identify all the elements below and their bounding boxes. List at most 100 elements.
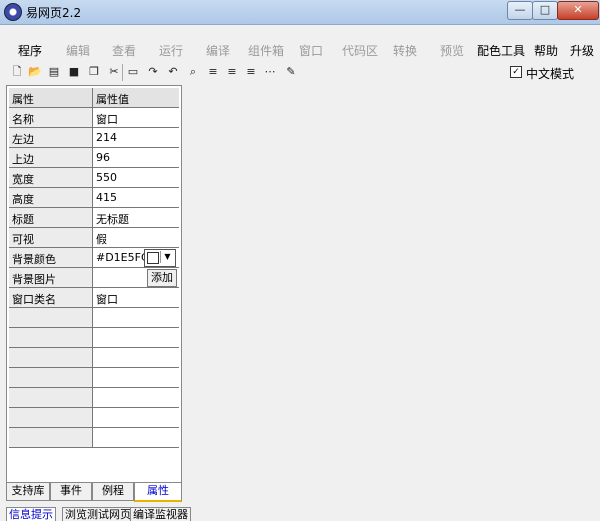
empty-cell: [93, 408, 179, 428]
chinese-mode-label: 中文模式: [526, 67, 575, 81]
chinese-mode-checkbox[interactable]: ✓: [510, 66, 522, 78]
empty-cell: [9, 408, 93, 428]
property-value[interactable]: 415: [93, 188, 179, 208]
color-swatch: [147, 252, 159, 264]
table-row[interactable]: 左边 214: [9, 128, 179, 148]
grid-icon[interactable]: ⋯: [263, 65, 277, 79]
empty-cell: [93, 428, 179, 448]
empty-cell: [9, 308, 93, 328]
table-row[interactable]: 窗口类名 窗口: [9, 288, 179, 308]
menu-compile[interactable]: 编译: [206, 42, 230, 59]
align-right-icon[interactable]: ≡: [244, 65, 258, 79]
property-grid-header: 属性 属性值: [9, 88, 179, 108]
property-value[interactable]: 假: [93, 228, 179, 248]
tab-properties[interactable]: 属性: [134, 482, 182, 502]
property-value[interactable]: 窗口: [93, 288, 179, 308]
tab-events[interactable]: 事件: [50, 482, 92, 501]
property-value[interactable]: 550: [93, 168, 179, 188]
table-row[interactable]: 背景图片 添加: [9, 268, 179, 288]
empty-cell: [93, 368, 179, 388]
color-hex-value: #D1E5FC: [96, 251, 149, 264]
empty-row: [9, 308, 179, 328]
property-value[interactable]: 无标题: [93, 208, 179, 228]
property-name: 宽度: [9, 168, 93, 188]
tab-compile-monitor[interactable]: 编译监视器: [130, 507, 191, 521]
header-value: 属性值: [93, 88, 179, 108]
property-name: 名称: [9, 108, 93, 128]
menu-convert[interactable]: 转换: [393, 42, 417, 59]
table-row[interactable]: 高度 415: [9, 188, 179, 208]
menu-preview[interactable]: 预览: [440, 42, 464, 59]
undo-icon[interactable]: ↶: [166, 65, 180, 79]
property-value-color[interactable]: #D1E5FC ▼: [93, 248, 179, 268]
minimize-button[interactable]: —: [507, 1, 533, 20]
new-icon[interactable]: 🗋: [10, 65, 24, 79]
edit-icon[interactable]: ✎: [284, 65, 298, 79]
menu-code-area[interactable]: 代码区: [342, 42, 378, 59]
table-row[interactable]: 名称 窗口: [9, 108, 179, 128]
save-icon[interactable]: ■: [67, 65, 81, 79]
property-value[interactable]: 添加: [93, 268, 179, 288]
form-icon[interactable]: ▭: [126, 65, 140, 79]
table-row[interactable]: 宽度 550: [9, 168, 179, 188]
empty-cell: [9, 428, 93, 448]
property-panel: 属性 属性值 名称 窗口 左边 214 上边 96 宽度 550 高度 415 …: [6, 85, 182, 487]
tab-support-library[interactable]: 支持库: [6, 482, 50, 501]
close-button[interactable]: ✕: [557, 1, 599, 20]
menu-run[interactable]: 运行: [159, 42, 183, 59]
chevron-down-icon[interactable]: ▼: [160, 251, 174, 263]
empty-cell: [93, 388, 179, 408]
color-picker[interactable]: ▼: [144, 249, 176, 267]
menu-upgrade[interactable]: 升级: [570, 42, 594, 59]
table-row[interactable]: 上边 96: [9, 148, 179, 168]
property-value[interactable]: 96: [93, 148, 179, 168]
empty-cell: [93, 308, 179, 328]
menu-view[interactable]: 查看: [112, 42, 136, 59]
find-icon[interactable]: ⌕: [186, 65, 200, 79]
add-image-button[interactable]: 添加: [147, 269, 177, 287]
open-icon[interactable]: 📂: [28, 65, 42, 79]
empty-row: [9, 368, 179, 388]
table-row[interactable]: 标题 无标题: [9, 208, 179, 228]
menu-window[interactable]: 窗口: [299, 42, 323, 59]
menu-edit[interactable]: 编辑: [66, 42, 90, 59]
empty-cell: [93, 328, 179, 348]
table-row[interactable]: 可视 假: [9, 228, 179, 248]
design-workspace[interactable]: [182, 85, 600, 505]
empty-row: [9, 408, 179, 428]
tab-info[interactable]: 信息提示: [6, 507, 56, 521]
toolbar-separator: [122, 64, 123, 81]
empty-row: [9, 348, 179, 368]
menu-program[interactable]: 程序: [18, 42, 42, 59]
redo-icon[interactable]: ↷: [146, 65, 160, 79]
property-name: 高度: [9, 188, 93, 208]
menu-component-box[interactable]: 组件箱: [248, 42, 284, 59]
cut-icon[interactable]: ✂: [107, 65, 121, 79]
header-property: 属性: [9, 88, 93, 108]
title-bar: 易网页2.2 — □ ✕: [0, 0, 600, 25]
empty-cell: [9, 348, 93, 368]
empty-cell: [93, 348, 179, 368]
property-value[interactable]: 214: [93, 128, 179, 148]
copy-icon[interactable]: ❐: [87, 65, 101, 79]
save-all-icon[interactable]: ▤: [47, 65, 61, 79]
property-name: 上边: [9, 148, 93, 168]
tab-examples[interactable]: 例程: [92, 482, 134, 501]
tab-browse-test[interactable]: 浏览测试网页: [62, 507, 134, 521]
menu-color-tool[interactable]: 配色工具: [477, 42, 525, 59]
empty-row: [9, 328, 179, 348]
property-name: 背景颜色: [9, 248, 93, 268]
maximize-button[interactable]: □: [532, 1, 558, 20]
align-left-icon[interactable]: ≡: [206, 65, 220, 79]
app-icon: [4, 3, 22, 21]
property-value[interactable]: 窗口: [93, 108, 179, 128]
window-title: 易网页2.2: [26, 6, 82, 20]
property-name: 窗口类名: [9, 288, 93, 308]
menu-help[interactable]: 帮助: [534, 42, 558, 59]
empty-row: [9, 388, 179, 408]
property-name: 左边: [9, 128, 93, 148]
align-center-icon[interactable]: ≡: [225, 65, 239, 79]
menu-bar: 程序 编辑 查看 运行 编译 组件箱 窗口 代码区 转换 预览 配色工具 帮助 …: [0, 38, 600, 60]
empty-row: [9, 428, 179, 448]
table-row[interactable]: 背景颜色 #D1E5FC ▼: [9, 248, 179, 268]
